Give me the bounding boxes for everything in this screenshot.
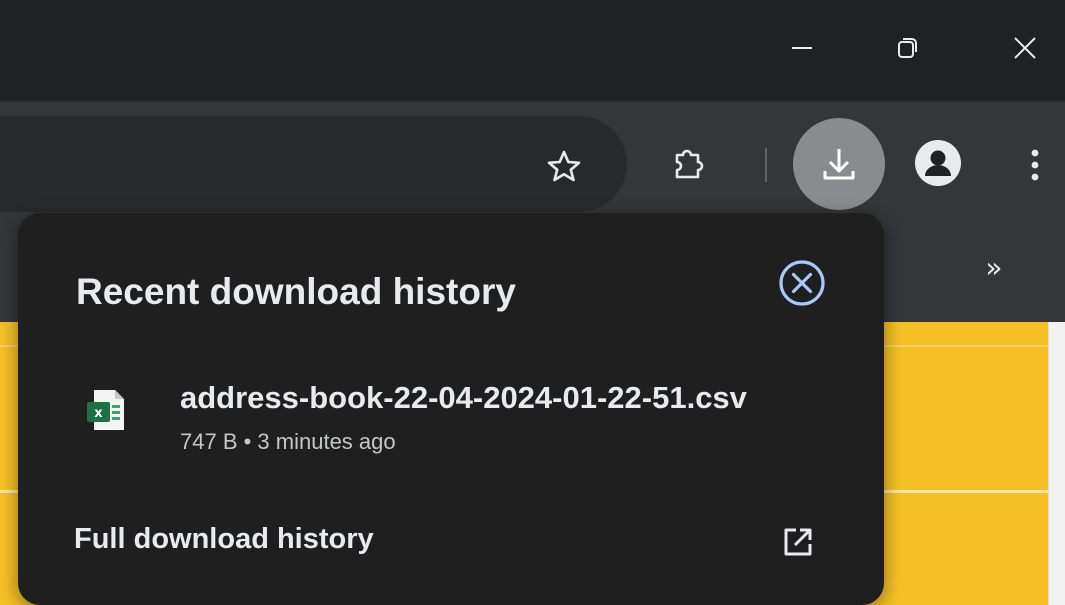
minimize-button[interactable] [772,18,832,78]
minimize-icon [792,47,812,49]
extensions-button[interactable] [658,135,718,195]
download-history-popup: Recent download history x address-book-2… [18,213,884,605]
toolbar-divider [765,148,767,182]
puzzle-icon [675,149,704,179]
person-icon [915,140,961,186]
close-circle-icon [779,260,825,306]
profile-button[interactable] [906,131,970,195]
open-full-history-button[interactable] [775,519,821,565]
browser-window: » Recent download history x address-book… [0,0,1065,605]
bookmark-button[interactable] [534,137,594,197]
close-window-button[interactable] [995,18,1055,78]
more-menu-button[interactable] [1013,135,1057,195]
page-scrollbar[interactable] [1048,322,1065,605]
bookmarks-overflow-button[interactable]: » [974,248,1014,288]
excel-file-icon: x [87,390,124,430]
star-icon [547,150,581,182]
address-bar[interactable] [0,116,627,212]
file-meta: 747 B • 3 minutes ago [180,429,396,454]
open-external-icon [784,528,812,556]
full-download-history-link[interactable]: Full download history [74,523,374,556]
file-name[interactable]: address-book-22-04-2024-01-22-51.csv [180,380,747,416]
restore-button[interactable] [877,18,937,78]
restore-icon [898,38,917,58]
svg-text:x: x [94,406,103,421]
more-vert-icon [1031,149,1039,181]
downloads-button[interactable] [793,118,885,210]
close-icon [1014,37,1036,59]
popup-title: Recent download history [76,271,516,312]
close-popup-button[interactable] [772,253,832,313]
download-icon [823,149,855,180]
